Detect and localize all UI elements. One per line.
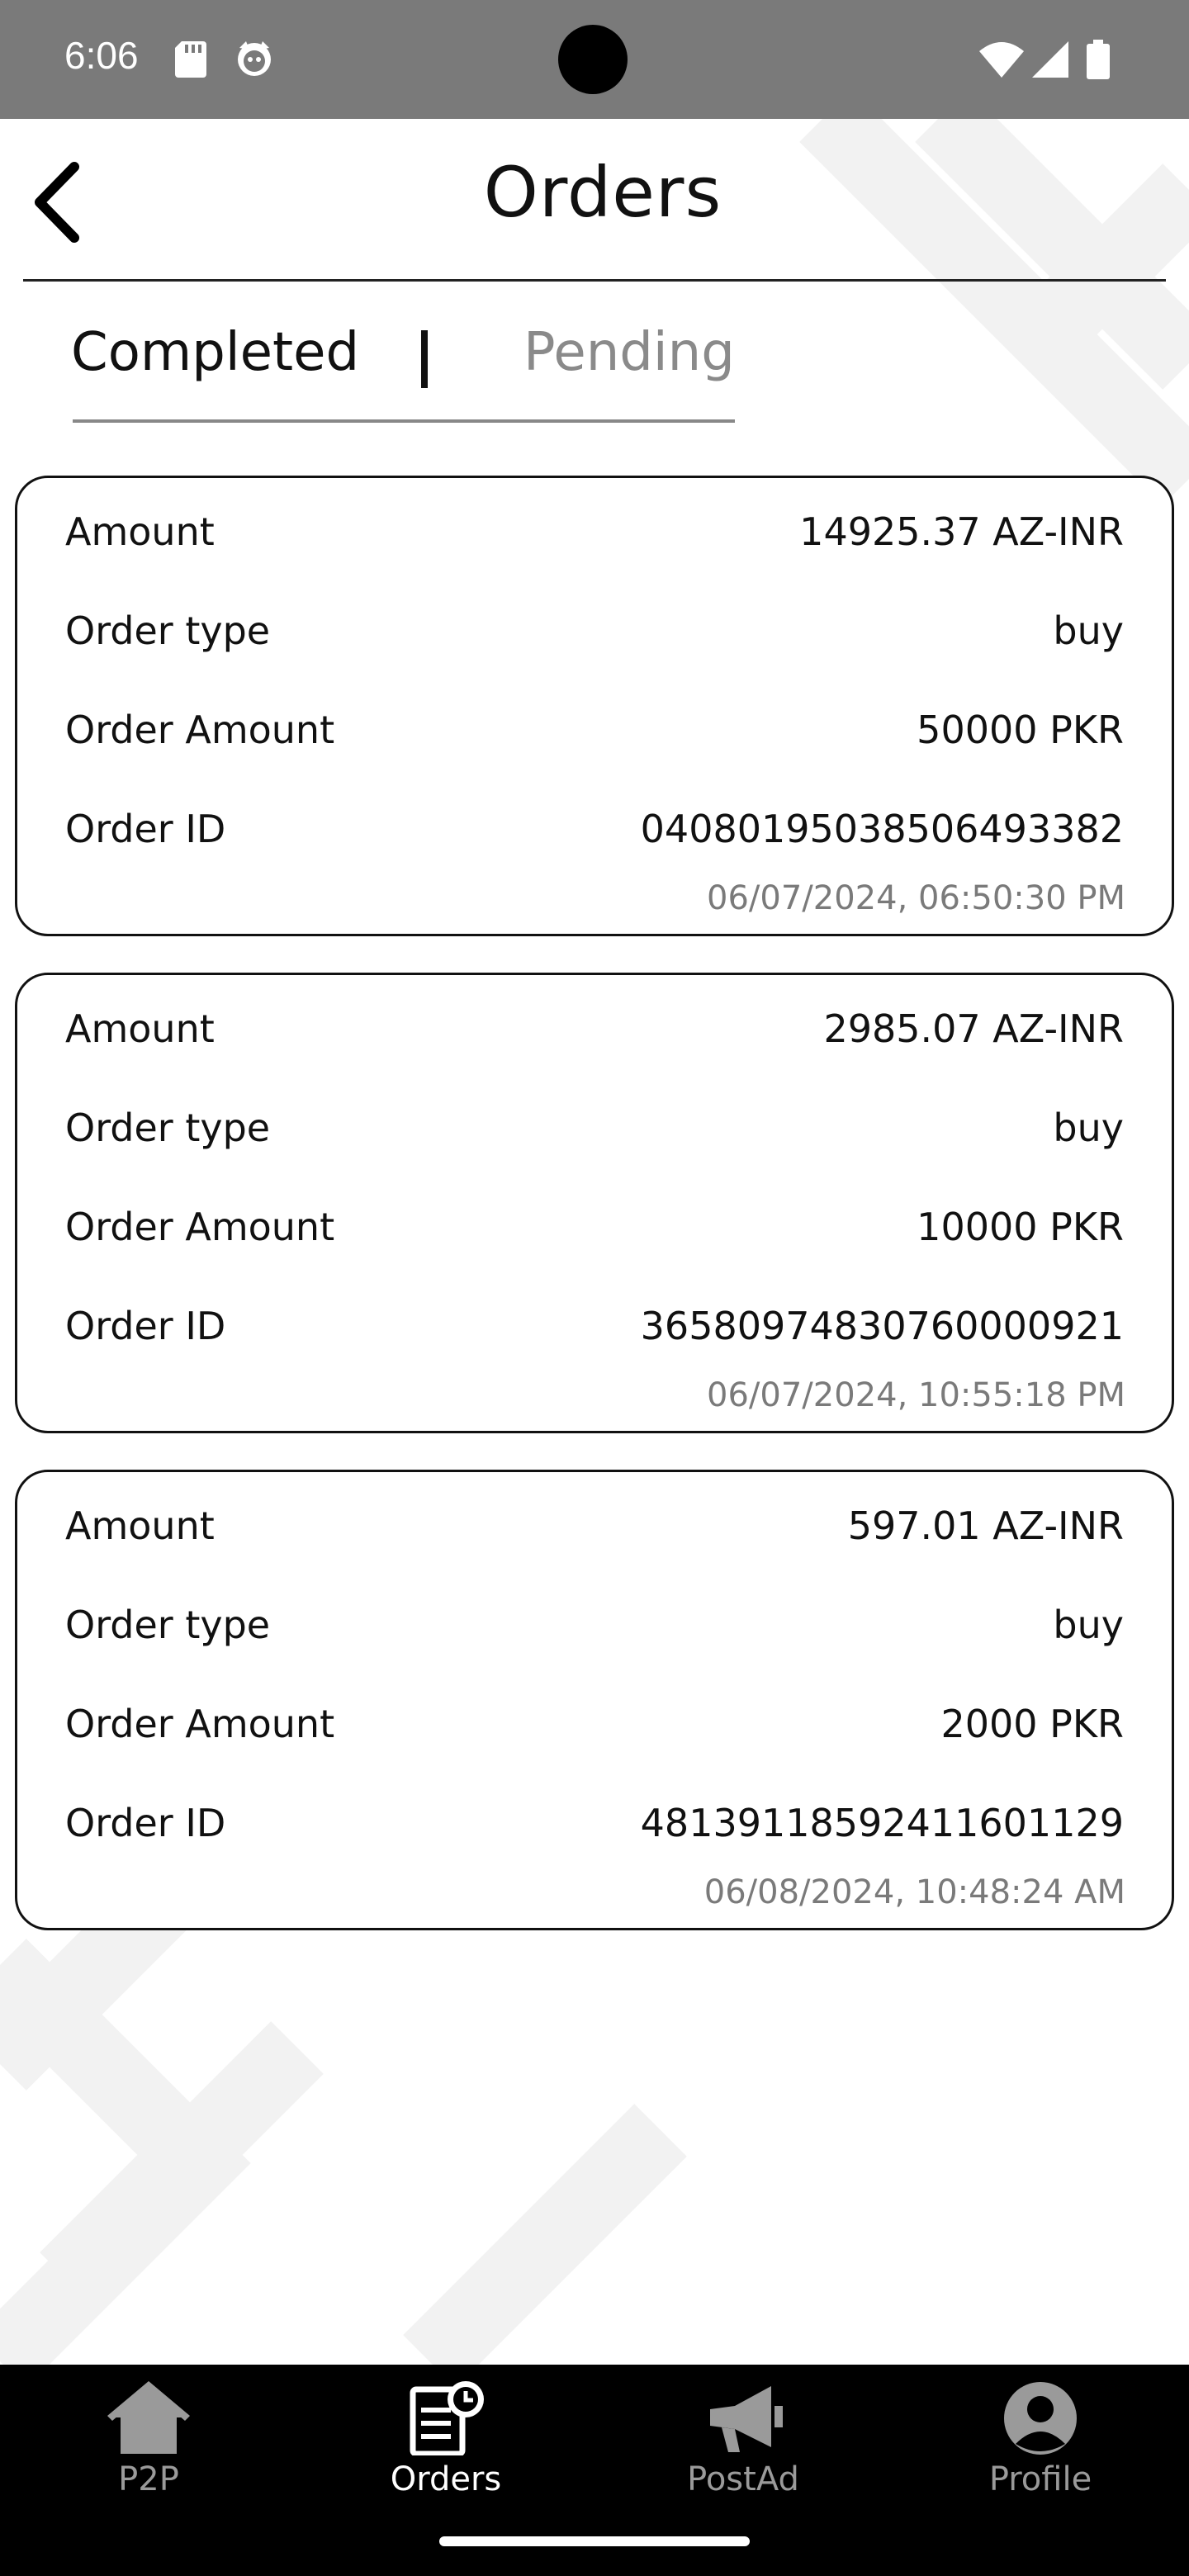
nav-item-p2p[interactable]: P2P: [58, 2381, 239, 2498]
order-id-value: 48139118592411601129: [640, 1801, 1124, 1845]
order-type-row: Order type buy: [65, 1099, 1124, 1157]
order-id-row: Order ID 04080195038506493382: [65, 800, 1124, 858]
wifi-icon: [979, 42, 1024, 78]
order-type-value: buy: [1053, 1603, 1124, 1647]
order-id-row: Order ID 48139118592411601129: [65, 1794, 1124, 1852]
header: Orders: [0, 119, 1189, 282]
profile-icon: [1004, 2382, 1077, 2455]
order-timestamp: 06/07/2024, 10:55:18 PM: [707, 1376, 1125, 1414]
order-id-row: Order ID 36580974830760000921: [65, 1297, 1124, 1355]
home-icon: [107, 2381, 190, 2454]
order-type-label: Order type: [65, 1603, 271, 1647]
nav-label-p2p: P2P: [118, 2460, 179, 2498]
order-type-value: buy: [1053, 608, 1124, 653]
nav-label-orders: Orders: [390, 2460, 502, 2498]
nav-item-profile[interactable]: Profile: [950, 2381, 1131, 2498]
megaphone-icon: [710, 2386, 783, 2452]
amount-row: Amount 597.01 AZ-INR: [65, 1497, 1124, 1555]
header-divider: [23, 279, 1166, 282]
order-type-label: Order type: [65, 1106, 271, 1150]
tab-separator: [421, 330, 428, 388]
orders-list: Amount 14925.37 AZ-INR Order type buy Or…: [15, 476, 1174, 1967]
order-id-value: 36580974830760000921: [640, 1304, 1124, 1348]
signal-icon: [1032, 41, 1068, 78]
nav-label-profile: Profile: [988, 2460, 1092, 2498]
order-timestamp: 06/07/2024, 06:50:30 PM: [707, 879, 1125, 917]
status-bar: 6:06: [0, 0, 1189, 119]
order-card[interactable]: Amount 14925.37 AZ-INR Order type buy Or…: [15, 476, 1174, 936]
sd-card-icon: [175, 41, 206, 78]
order-id-label: Order ID: [65, 1304, 226, 1348]
amount-label: Amount: [65, 1503, 215, 1548]
amount-row: Amount 14925.37 AZ-INR: [65, 503, 1124, 561]
order-amount-value: 10000 PKR: [917, 1205, 1124, 1249]
amount-value: 14925.37 AZ-INR: [799, 509, 1124, 554]
status-time: 6:06: [64, 34, 139, 77]
amount-label: Amount: [65, 509, 215, 554]
order-amount-row: Order Amount 50000 PKR: [65, 701, 1124, 759]
order-card[interactable]: Amount 597.01 AZ-INR Order type buy Orde…: [15, 1470, 1174, 1930]
order-id-value: 04080195038506493382: [640, 807, 1124, 851]
nav-item-postad[interactable]: PostAd: [652, 2381, 834, 2498]
home-indicator: [439, 2536, 750, 2546]
order-amount-label: Order Amount: [65, 1702, 335, 1746]
amount-value: 2985.07 AZ-INR: [823, 1006, 1124, 1051]
order-id-label: Order ID: [65, 807, 226, 851]
amount-row: Amount 2985.07 AZ-INR: [65, 1000, 1124, 1058]
order-amount-label: Order Amount: [65, 1205, 335, 1249]
amount-label: Amount: [65, 1006, 215, 1051]
bottom-nav: P2P Orders PostAd Profile: [0, 2365, 1189, 2576]
order-id-label: Order ID: [65, 1801, 226, 1845]
camera-cutout: [558, 25, 628, 94]
tab-pending[interactable]: Pending: [523, 322, 735, 383]
battery-icon: [1087, 40, 1110, 79]
cat-icon: [238, 41, 271, 76]
order-type-row: Order type buy: [65, 1596, 1124, 1654]
order-tabs: Completed Pending: [0, 314, 1189, 429]
order-type-label: Order type: [65, 608, 271, 653]
order-amount-value: 2000 PKR: [940, 1702, 1124, 1746]
order-timestamp: 06/08/2024, 10:48:24 AM: [703, 1873, 1125, 1911]
orders-clock-icon: [410, 2381, 484, 2455]
order-amount-row: Order Amount 2000 PKR: [65, 1695, 1124, 1753]
order-card[interactable]: Amount 2985.07 AZ-INR Order type buy Ord…: [15, 973, 1174, 1433]
amount-value: 597.01 AZ-INR: [847, 1503, 1124, 1548]
order-amount-row: Order Amount 10000 PKR: [65, 1198, 1124, 1256]
order-amount-label: Order Amount: [65, 708, 335, 752]
order-type-value: buy: [1053, 1106, 1124, 1150]
tab-underline: [73, 419, 735, 423]
nav-label-postad: PostAd: [687, 2460, 799, 2498]
order-type-row: Order type buy: [65, 602, 1124, 660]
tab-completed[interactable]: Completed: [71, 322, 359, 383]
page-title: Orders: [483, 152, 722, 233]
nav-item-orders[interactable]: Orders: [355, 2381, 537, 2498]
order-amount-value: 50000 PKR: [917, 708, 1124, 752]
